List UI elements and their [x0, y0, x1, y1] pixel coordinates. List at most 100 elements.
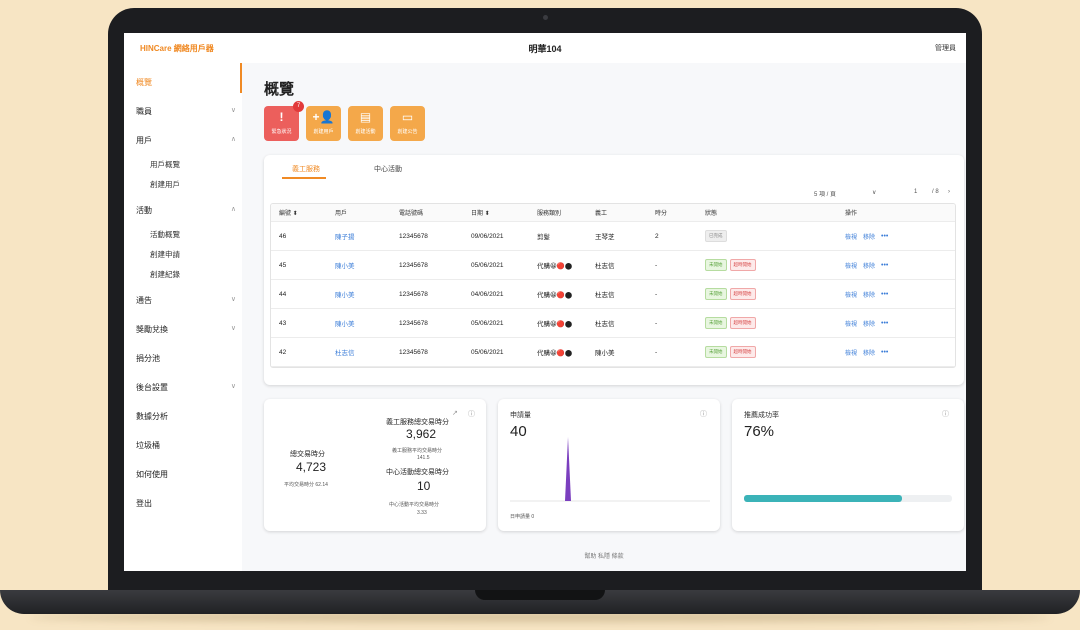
sidebar-item-create-application[interactable]: 創建申請 — [150, 249, 180, 260]
center-hours-value: 10 — [417, 479, 431, 493]
cell-volunteer: 杜志信 — [595, 263, 615, 270]
footer-links[interactable]: 幫助 私隱 條款 — [242, 551, 966, 560]
cell-volunteer: 陳小美 — [595, 350, 615, 357]
page-number-input[interactable]: 1 — [914, 189, 917, 195]
cell-user[interactable]: 陳小美 — [335, 309, 355, 337]
cell-date: 05/06/2021 — [471, 348, 504, 356]
more-icon[interactable]: ••• — [881, 262, 888, 269]
view-button[interactable]: 檢視 — [845, 348, 857, 357]
tab-volunteer-services[interactable]: 義工服務 — [292, 164, 320, 174]
create-user-button[interactable]: +👤 創建用戶 — [306, 106, 341, 141]
next-page-icon[interactable]: › — [948, 189, 950, 195]
main-content: 概覽 7 ! 緊急狀況 +👤 創建用戶 ▤ 創建活動 ▭ 創建公告 義工服務 中… — [242, 63, 966, 571]
chevron-down-icon[interactable]: ∨ — [872, 189, 876, 196]
view-button[interactable]: 檢視 — [845, 232, 857, 241]
camera — [543, 15, 548, 20]
sidebar-item-activities-overview[interactable]: 活動概覽 — [150, 229, 180, 240]
column-header[interactable]: 日期 ⬍ — [471, 204, 490, 221]
cell-hours: - — [655, 348, 658, 356]
cell-actions: 檢視 移除 ••• — [845, 309, 888, 337]
sidebar-item-backend-settings[interactable]: 後台設置 ∨ — [136, 382, 236, 393]
table-row[interactable]: 46 陳子揚 12345678 09/06/2021 剪髮 王琴芝 2 已完成 檢視 移除 ••• — [271, 222, 955, 251]
remove-button[interactable]: 移除 — [863, 319, 875, 328]
info-icon[interactable]: ⓘ — [700, 409, 707, 419]
services-card: 義工服務 中心活動 5 項 / 頁 ∨ 1 / 8 › 編號 ⬍ 用戶 電話號碼… — [264, 155, 964, 385]
sidebar-item-logout[interactable]: 登出 — [136, 498, 236, 509]
remove-button[interactable]: 移除 — [863, 232, 875, 241]
services-table: 編號 ⬍ 用戶 電話號碼 日期 ⬍ 服務類別 義工 時分 狀態 操作 46 陳子揚… — [270, 203, 956, 368]
sidebar-item-help[interactable]: 如何使用 — [136, 469, 236, 480]
info-icon[interactable]: ⓘ — [942, 409, 949, 419]
column-header[interactable]: 編號 ⬍ — [279, 204, 298, 221]
cell-category: 代購😀🔴⬤ — [537, 350, 573, 357]
create-activity-button[interactable]: ▤ 創建活動 — [348, 106, 383, 141]
sidebar-item-users[interactable]: 用戶 ∧ — [136, 135, 236, 146]
cell-actions: 檢視 移除 ••• — [845, 222, 888, 250]
view-button[interactable]: 檢視 — [845, 319, 857, 328]
cell-phone: 12345678 — [399, 319, 428, 327]
daily-applications: 日申請量 0 — [510, 514, 535, 520]
sidebar-item-label: 後台設置 — [136, 383, 168, 392]
table-row[interactable]: 45 陳小美 12345678 05/06/2021 代購😀🔴⬤ 杜志信 - 未開始 超時開始 檢… — [271, 251, 955, 280]
sidebar-item-activities[interactable]: 活動 ∧ — [136, 205, 236, 216]
view-button[interactable]: 檢視 — [845, 261, 857, 270]
sidebar-item-create-record[interactable]: 創建紀錄 — [150, 269, 180, 280]
tab-underline — [282, 177, 326, 179]
sidebar-item-staff[interactable]: 職員 ∨ — [136, 106, 236, 117]
view-button[interactable]: 檢視 — [845, 290, 857, 299]
user-menu[interactable]: 管理員 — [935, 43, 956, 53]
table-row[interactable]: 44 陳小美 12345678 04/06/2021 代購😀🔴⬤ 杜志信 - 未開始 超時開始 檢… — [271, 280, 955, 309]
laptop-notch — [475, 590, 605, 600]
alert-icon: ! — [279, 110, 284, 124]
cell-user[interactable]: 陳小美 — [335, 280, 355, 308]
more-icon[interactable]: ••• — [881, 320, 888, 327]
info-icon[interactable]: ⓘ — [468, 409, 475, 419]
status-badge: 未開始 — [705, 346, 727, 358]
column-header: 服務類別 — [537, 211, 562, 217]
remove-button[interactable]: 移除 — [863, 290, 875, 299]
status-badge: 超時開始 — [729, 317, 756, 329]
sidebar-item-users-overview[interactable]: 用戶概覽 — [150, 159, 180, 170]
page-size-select[interactable]: 5 項 / 頁 — [814, 189, 836, 198]
sidebar-item-trash[interactable]: 垃圾桶 — [136, 440, 236, 451]
button-label: 創建用戶 — [313, 129, 334, 135]
cell-id: 42 — [279, 348, 287, 356]
cell-category: 代購😀🔴⬤ — [537, 321, 573, 328]
more-icon[interactable]: ••• — [881, 233, 888, 240]
column-header: 狀態 — [705, 211, 718, 217]
match-rate-value: 76% — [744, 423, 775, 440]
sidebar-item-notices[interactable]: 通告 ∨ — [136, 295, 236, 306]
table-row[interactable]: 43 陳小美 12345678 05/06/2021 代購😀🔴⬤ 杜志信 - 未開始 超時開始 檢… — [271, 309, 955, 338]
column-header: 操作 — [845, 211, 858, 217]
table-row[interactable]: 42 杜志信 12345678 05/06/2021 代購😀🔴⬤ 陳小美 - 未開始 超時開始 檢… — [271, 338, 955, 367]
emergency-button[interactable]: 7 ! 緊急狀況 — [264, 101, 304, 141]
sidebar-item-label: 職員 — [136, 107, 152, 116]
tab-center-activities[interactable]: 中心活動 — [374, 164, 402, 174]
sidebar-item-label: 獎勵兌換 — [136, 325, 168, 334]
status-badge: 已完成 — [705, 230, 727, 242]
match-rate-progress-fill — [744, 495, 903, 502]
button-label: 創建活動 — [355, 129, 376, 135]
sidebar: 概覽 職員 ∨ 用戶 ∧ 用戶概覽 創建用戶 活動 ∧ 活動概覽 創建申請 創建紀錄 … — [124, 63, 242, 571]
sidebar-item-create-user[interactable]: 創建用戶 — [150, 179, 180, 190]
remove-button[interactable]: 移除 — [863, 261, 875, 270]
sidebar-item-analytics[interactable]: 數據分析 — [136, 411, 236, 422]
sidebar-item-label: 如何使用 — [136, 470, 168, 479]
sidebar-item-rewards[interactable]: 獎勵兌換 ∨ — [136, 324, 236, 335]
remove-button[interactable]: 移除 — [863, 348, 875, 357]
center-average-label: 中心活動平均交易時分 — [389, 502, 440, 508]
more-icon[interactable]: ••• — [881, 291, 888, 298]
cell-user[interactable]: 陳小美 — [335, 251, 355, 279]
volunteer-average-label: 義工服務平均交易時分 — [392, 448, 443, 454]
chevron-down-icon: ∨ — [230, 325, 236, 332]
sidebar-item-donation-pool[interactable]: 捐分池 — [136, 353, 236, 364]
sidebar-item-overview[interactable]: 概覽 — [136, 77, 236, 88]
cell-user[interactable]: 陳子揚 — [335, 222, 355, 250]
external-link-icon[interactable]: ↗ — [452, 409, 458, 417]
more-icon[interactable]: ••• — [881, 349, 888, 356]
cell-hours: - — [655, 319, 658, 327]
status-badge: 未開始 — [705, 288, 727, 300]
cell-user[interactable]: 杜志信 — [335, 338, 355, 366]
sidebar-item-label: 垃圾桶 — [136, 441, 160, 450]
create-notice-button[interactable]: ▭ 創建公告 — [390, 106, 425, 141]
